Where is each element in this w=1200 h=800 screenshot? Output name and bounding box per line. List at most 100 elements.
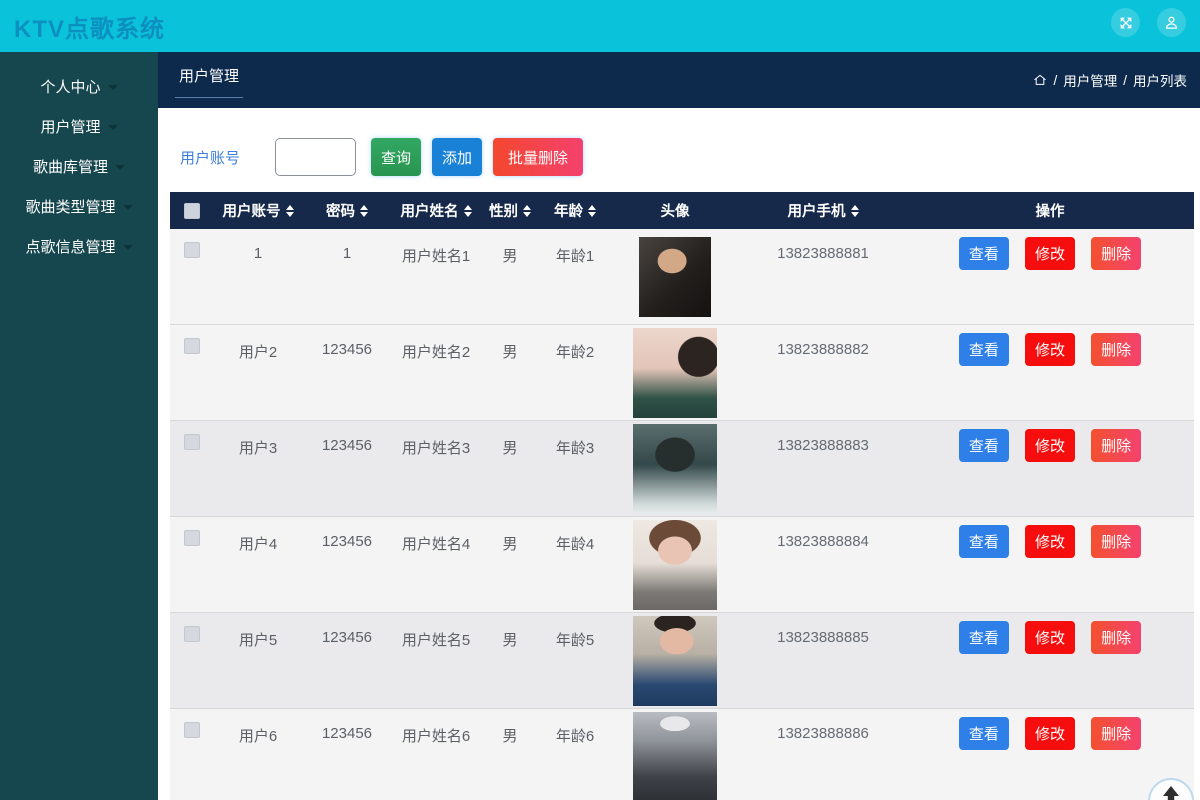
view-button[interactable]: 查看 — [959, 717, 1009, 750]
sort-icon[interactable] — [464, 205, 472, 217]
cell-phone: 13823888886 — [740, 709, 906, 800]
delete-button[interactable]: 删除 — [1091, 429, 1141, 462]
sort-icon[interactable] — [523, 205, 531, 217]
view-button[interactable]: 查看 — [959, 621, 1009, 654]
edit-button[interactable]: 修改 — [1025, 717, 1075, 750]
cell-name: 用户姓名5 — [392, 613, 480, 709]
table-row: 用户5 123456 用户姓名5 男 年龄5 13823888885 查看 修改… — [170, 613, 1194, 709]
cell-age: 年龄1 — [540, 229, 610, 325]
arrow-up-icon — [1159, 780, 1183, 800]
cell-account: 用户3 — [214, 421, 302, 517]
user-avatar-photo — [639, 237, 711, 317]
cell-gender: 男 — [480, 229, 540, 325]
top-header-bar: KTV点歌系统 — [0, 0, 1200, 52]
row-checkbox[interactable] — [184, 338, 200, 354]
cell-phone: 13823888884 — [740, 517, 906, 613]
add-button[interactable]: 添加 — [432, 138, 482, 176]
column-header-age[interactable]: 年龄 — [554, 200, 596, 221]
sort-icon[interactable] — [286, 205, 294, 217]
sort-icon[interactable] — [360, 205, 368, 217]
user-table: 用户账号 密码 用户姓名 性别 — [170, 192, 1194, 800]
sidebar-item-label: 个人中心 — [40, 76, 100, 97]
user-avatar-photo — [633, 520, 717, 610]
delete-button[interactable]: 删除 — [1091, 525, 1141, 558]
cell-phone: 13823888881 — [740, 229, 906, 325]
batch-delete-button[interactable]: 批量删除 — [493, 138, 583, 176]
sidebar-item-label: 点歌信息管理 — [25, 236, 115, 257]
tab-bar: 用户管理 / 用户管理 / 用户列表 — [158, 52, 1200, 108]
edit-button[interactable]: 修改 — [1025, 333, 1075, 366]
user-avatar-photo — [633, 424, 717, 514]
sidebar-item-label: 歌曲类型管理 — [25, 196, 115, 217]
fullscreen-button[interactable] — [1111, 8, 1140, 37]
cell-account: 用户5 — [214, 613, 302, 709]
table-header-row: 用户账号 密码 用户姓名 性别 — [170, 192, 1194, 229]
row-checkbox[interactable] — [184, 242, 200, 258]
view-button[interactable]: 查看 — [959, 429, 1009, 462]
select-all-checkbox[interactable] — [184, 203, 200, 219]
breadcrumb-item-user-management[interactable]: 用户管理 — [1063, 70, 1117, 90]
sidebar-nav: 个人中心 用户管理 歌曲库管理 歌曲类型管理 点歌信息管理 — [0, 52, 158, 800]
tab-user-management[interactable]: 用户管理 — [175, 66, 243, 98]
delete-button[interactable]: 删除 — [1091, 717, 1141, 750]
cell-password: 123456 — [302, 325, 392, 421]
cell-account: 用户4 — [214, 517, 302, 613]
row-checkbox[interactable] — [184, 626, 200, 642]
view-button[interactable]: 查看 — [959, 525, 1009, 558]
cell-password: 123456 — [302, 517, 392, 613]
breadcrumb-separator: / — [1123, 73, 1127, 88]
cell-phone: 13823888885 — [740, 613, 906, 709]
caret-down-icon — [115, 165, 125, 170]
row-checkbox[interactable] — [184, 722, 200, 738]
table-row: 用户4 123456 用户姓名4 男 年龄4 13823888884 查看 修改… — [170, 517, 1194, 613]
sidebar-item-song-library[interactable]: 歌曲库管理 — [0, 146, 158, 186]
sidebar-item-song-order-info[interactable]: 点歌信息管理 — [0, 226, 158, 266]
sidebar-item-song-type[interactable]: 歌曲类型管理 — [0, 186, 158, 226]
app-window: KTV点歌系统 — [0, 0, 1200, 800]
row-checkbox[interactable] — [184, 434, 200, 450]
caret-down-icon — [108, 85, 118, 90]
column-header-account[interactable]: 用户账号 — [223, 200, 294, 221]
sort-icon[interactable] — [851, 205, 859, 217]
edit-button[interactable]: 修改 — [1025, 429, 1075, 462]
column-header-name[interactable]: 用户姓名 — [401, 200, 472, 221]
breadcrumb-item-user-list[interactable]: 用户列表 — [1133, 70, 1187, 90]
row-checkbox[interactable] — [184, 530, 200, 546]
edit-button[interactable]: 修改 — [1025, 621, 1075, 654]
sidebar-item-label: 歌曲库管理 — [33, 156, 108, 177]
user-account-button[interactable] — [1157, 8, 1186, 37]
delete-button[interactable]: 删除 — [1091, 333, 1141, 366]
cell-phone: 13823888882 — [740, 325, 906, 421]
view-button[interactable]: 查看 — [959, 333, 1009, 366]
column-header-password[interactable]: 密码 — [326, 200, 368, 221]
table-row: 1 1 用户姓名1 男 年龄1 13823888881 查看 修改 删除 — [170, 229, 1194, 325]
table-row: 用户2 123456 用户姓名2 男 年龄2 13823888882 查看 修改… — [170, 325, 1194, 421]
main-content: 用户管理 / 用户管理 / 用户列表 用户账号 查询 — [158, 52, 1200, 800]
user-avatar-photo — [633, 328, 717, 418]
column-header-gender[interactable]: 性别 — [489, 200, 531, 221]
breadcrumb: / 用户管理 / 用户列表 — [1033, 70, 1187, 90]
cell-age: 年龄4 — [540, 517, 610, 613]
delete-button[interactable]: 删除 — [1091, 237, 1141, 270]
search-input[interactable] — [275, 138, 356, 176]
user-avatar-photo — [633, 616, 717, 706]
user-icon — [1163, 14, 1180, 31]
cell-age: 年龄6 — [540, 709, 610, 800]
edit-button[interactable]: 修改 — [1025, 237, 1075, 270]
view-button[interactable]: 查看 — [959, 237, 1009, 270]
delete-button[interactable]: 删除 — [1091, 621, 1141, 654]
caret-down-icon — [123, 205, 133, 210]
column-header-actions: 操作 — [1036, 200, 1065, 221]
column-header-phone[interactable]: 用户手机 — [788, 200, 859, 221]
column-header-avatar: 头像 — [661, 200, 690, 221]
sidebar-item-personal-center[interactable]: 个人中心 — [0, 66, 158, 106]
breadcrumb-separator: / — [1053, 73, 1057, 88]
caret-down-icon — [123, 245, 133, 250]
sort-icon[interactable] — [588, 205, 596, 217]
home-icon[interactable] — [1033, 74, 1047, 87]
query-button[interactable]: 查询 — [371, 138, 421, 176]
edit-button[interactable]: 修改 — [1025, 525, 1075, 558]
cell-name: 用户姓名6 — [392, 709, 480, 800]
search-field-label: 用户账号 — [180, 147, 240, 168]
sidebar-item-user-management[interactable]: 用户管理 — [0, 106, 158, 146]
